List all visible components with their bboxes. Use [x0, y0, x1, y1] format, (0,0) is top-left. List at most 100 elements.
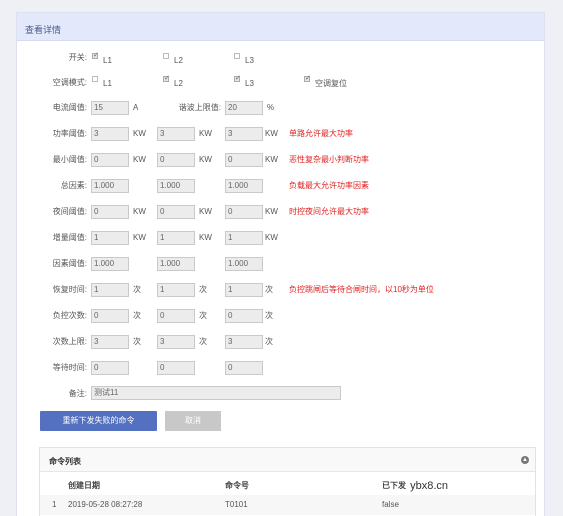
current-threshold-label: 电流阈值: — [52, 103, 87, 112]
param-unit-7-3: 次 — [265, 311, 273, 320]
param-input-7-2[interactable]: 0 — [157, 309, 195, 323]
param-label-9: 等待时间: — [52, 363, 87, 372]
param-label-6: 恢复时间: — [52, 285, 87, 294]
collapse-icon[interactable]: ▲ — [521, 456, 529, 464]
row-sent: false — [382, 500, 399, 509]
param-input-9-3[interactable]: 0 — [225, 361, 263, 375]
param-input-2-1[interactable]: 1.000 — [91, 179, 129, 193]
param-input-8-3[interactable]: 3 — [225, 335, 263, 349]
ac-mode-checkbox-l3[interactable] — [234, 74, 241, 82]
param-unit-0-3: KW — [265, 129, 278, 138]
param-unit-6-2: 次 — [199, 285, 207, 294]
param-unit-1-3: KW — [265, 155, 278, 164]
column-header-code: 命令号 — [225, 481, 249, 490]
param-input-5-2[interactable]: 1.000 — [157, 257, 195, 271]
command-list: 命令列表 ▲ 创建日期 命令号 已下发 1 2019-05-28 08:27:2… — [39, 447, 536, 516]
ac-reset-checkbox[interactable] — [304, 74, 311, 82]
param-label-4: 增量阈值: — [52, 233, 87, 242]
detail-panel: 查看详情 开关: L1 L2 L3 空调模式: L1 L2 L3 空调复位 电流… — [16, 12, 545, 516]
param-unit-0-1: KW — [133, 129, 146, 138]
switch-checkbox-l3-label: L3 — [245, 56, 254, 65]
row-code: T0101 — [225, 500, 248, 509]
param-unit-0-2: KW — [199, 129, 212, 138]
param-unit-3-2: KW — [199, 207, 212, 216]
cancel-button[interactable]: 取消 — [165, 411, 221, 431]
param-input-7-3[interactable]: 0 — [225, 309, 263, 323]
param-unit-7-2: 次 — [199, 311, 207, 320]
watermark-text: ybx8.cn — [410, 480, 448, 492]
param-hint-1: 恶性复杂最小判断功率 — [289, 155, 369, 164]
param-unit-4-3: KW — [265, 233, 278, 242]
param-input-1-3[interactable]: 0 — [225, 153, 263, 167]
param-unit-4-2: KW — [199, 233, 212, 242]
switch-checkbox-l3[interactable] — [234, 53, 240, 59]
panel-title: 查看详情 — [17, 13, 544, 41]
command-list-title: 命令列表 ▲ — [40, 448, 535, 472]
remark-label: 备注: — [68, 389, 87, 398]
column-header-sent: 已下发 — [382, 481, 406, 490]
ac-mode-checkbox-l1[interactable] — [92, 76, 98, 82]
param-input-6-2[interactable]: 1 — [157, 283, 195, 297]
harmonic-limit-input[interactable]: 20 — [225, 101, 263, 115]
resend-failed-commands-button[interactable]: 重新下发失败的命令 — [40, 411, 157, 431]
switch-checkbox-l2-label: L2 — [174, 56, 183, 65]
param-label-0: 功率阈值: — [52, 129, 87, 138]
ac-mode-checkbox-l1-label: L1 — [103, 79, 112, 88]
param-input-9-2[interactable]: 0 — [157, 361, 195, 375]
param-label-8: 次数上限: — [52, 337, 87, 346]
param-hint-2: 负载最大允许功率因素 — [289, 181, 369, 190]
param-input-4-3[interactable]: 1 — [225, 231, 263, 245]
ac-mode-label: 空调模式: — [52, 78, 87, 87]
param-unit-8-1: 次 — [133, 337, 141, 346]
column-header-date: 创建日期 — [68, 481, 100, 490]
param-label-3: 夜间阈值: — [52, 207, 87, 216]
switch-checkbox-l2[interactable] — [163, 53, 169, 59]
param-hint-3: 时控夜间允许最大功率 — [289, 207, 369, 216]
param-unit-3-3: KW — [265, 207, 278, 216]
param-input-1-1[interactable]: 0 — [91, 153, 129, 167]
param-unit-6-1: 次 — [133, 285, 141, 294]
param-unit-1-1: KW — [133, 155, 146, 164]
switch-checkbox-l1-label: L1 — [103, 56, 112, 65]
command-list-title-text: 命令列表 — [49, 457, 81, 466]
param-input-5-1[interactable]: 1.000 — [91, 257, 129, 271]
param-input-9-1[interactable]: 0 — [91, 361, 129, 375]
table-row[interactable]: 1 2019-05-28 08:27:28 T0101 false — [40, 495, 535, 515]
param-label-2: 总因素: — [60, 181, 87, 190]
param-input-2-3[interactable]: 1.000 — [225, 179, 263, 193]
param-input-0-2[interactable]: 3 — [157, 127, 195, 141]
remark-input[interactable]: 测试11 — [91, 386, 341, 400]
switch-checkbox-l1[interactable] — [92, 51, 99, 59]
param-input-5-3[interactable]: 1.000 — [225, 257, 263, 271]
param-label-7: 负控次数: — [52, 311, 87, 320]
param-unit-7-1: 次 — [133, 311, 141, 320]
param-input-4-2[interactable]: 1 — [157, 231, 195, 245]
param-input-8-2[interactable]: 3 — [157, 335, 195, 349]
param-input-0-3[interactable]: 3 — [225, 127, 263, 141]
param-unit-4-1: KW — [133, 233, 146, 242]
switch-label: 开关: — [68, 53, 87, 62]
param-unit-6-3: 次 — [265, 285, 273, 294]
current-threshold-input[interactable]: 15 — [91, 101, 129, 115]
param-input-1-2[interactable]: 0 — [157, 153, 195, 167]
param-input-8-1[interactable]: 3 — [91, 335, 129, 349]
param-input-3-1[interactable]: 0 — [91, 205, 129, 219]
current-unit: A — [133, 103, 139, 112]
param-hint-6: 负控跳闸后等待合闸时间，以10秒为单位 — [289, 285, 434, 294]
param-unit-8-3: 次 — [265, 337, 273, 346]
param-label-1: 最小阈值: — [52, 155, 87, 164]
harmonic-limit-label: 谐波上限值: — [178, 103, 221, 112]
param-unit-8-2: 次 — [199, 337, 207, 346]
param-input-3-2[interactable]: 0 — [157, 205, 195, 219]
param-input-7-1[interactable]: 0 — [91, 309, 129, 323]
param-input-6-3[interactable]: 1 — [225, 283, 263, 297]
param-input-0-1[interactable]: 3 — [91, 127, 129, 141]
row-date: 2019-05-28 08:27:28 — [68, 500, 143, 509]
param-input-2-2[interactable]: 1.000 — [157, 179, 195, 193]
param-input-4-1[interactable]: 1 — [91, 231, 129, 245]
ac-reset-checkbox-label: 空调复位 — [315, 79, 347, 88]
param-label-5: 因素阈值: — [52, 259, 87, 268]
ac-mode-checkbox-l2[interactable] — [163, 74, 170, 82]
param-input-6-1[interactable]: 1 — [91, 283, 129, 297]
param-input-3-3[interactable]: 0 — [225, 205, 263, 219]
